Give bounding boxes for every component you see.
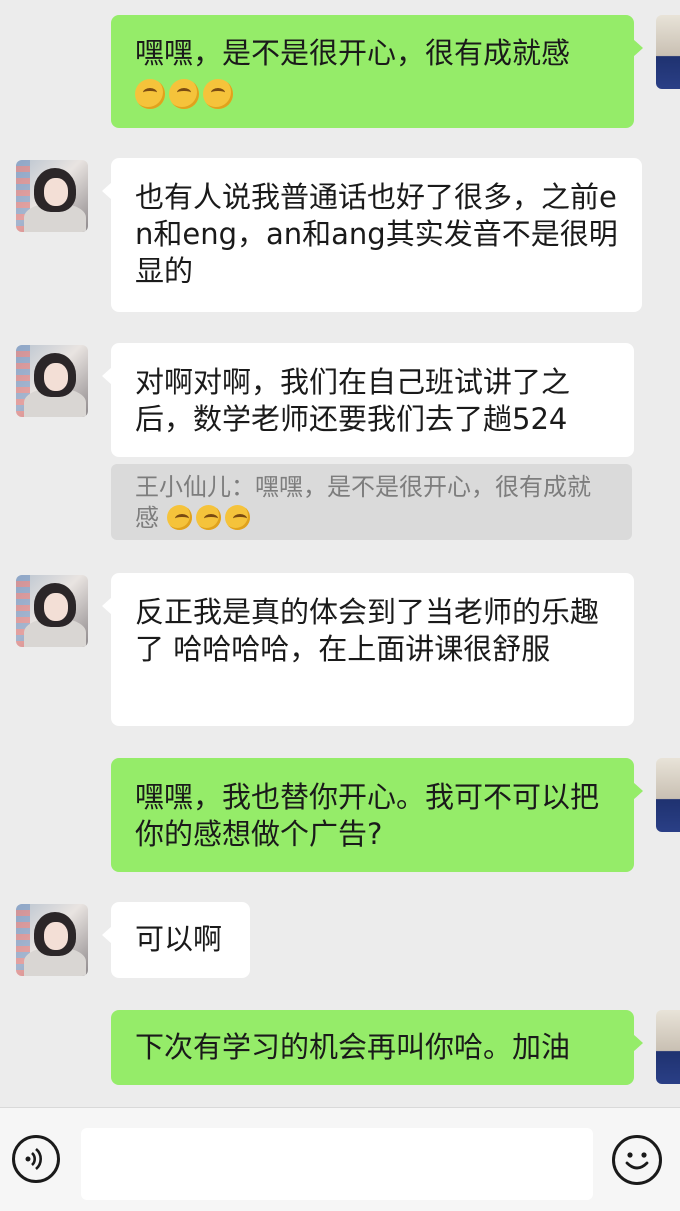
thinking-face-emoji-icon [169,79,199,109]
message-text: 反正我是真的体会到了当老师的乐趣了 哈哈哈哈，在上面讲课很舒服 [135,595,600,666]
message-text: 对啊对啊，我们在自己班试讲了之后，数学老师还要我们去了趟524 [135,365,571,436]
thinking-face-emoji-icon [195,505,221,530]
thinking-face-emoji-icon [135,79,165,109]
self-avatar[interactable] [656,758,680,832]
thinking-face-emoji-icon [203,79,233,109]
message-text: 也有人说我普通话也好了很多，之前en和eng，an和ang其实发音不是很明显的 [135,180,618,288]
contact-avatar[interactable] [16,160,88,232]
message-bubble-received[interactable]: 也有人说我普通话也好了很多，之前en和eng，an和ang其实发音不是很明显的 [102,158,642,312]
message-text: 可以啊 [135,922,223,956]
emoji-button[interactable] [612,1135,662,1185]
message-text: 下次有学习的机会再叫你哈。加油 [135,1030,571,1064]
message-text: 嘿嘿，我也替你开心。我可不可以把你的感想做个广告? [135,780,600,851]
message-bubble-sent[interactable]: 下次有学习的机会再叫你哈。加油 [111,1010,643,1085]
input-bar [0,1107,680,1211]
message-bubble-received[interactable]: 可以啊 [102,902,250,978]
emoji-icon [625,1152,649,1170]
contact-avatar[interactable] [16,904,88,976]
message-bubble-received[interactable]: 反正我是真的体会到了当老师的乐趣了 哈哈哈哈，在上面讲课很舒服 [102,573,634,726]
message-input[interactable] [81,1128,593,1200]
message-bubble-received[interactable]: 对啊对啊，我们在自己班试讲了之后，数学老师还要我们去了趟524 [102,343,634,457]
message-bubble-sent[interactable]: 嘿嘿，我也替你开心。我可不可以把你的感想做个广告? [111,758,643,872]
voice-icon [25,1148,42,1170]
contact-avatar[interactable] [16,575,88,647]
message-text: 嘿嘿，是不是很开心，很有成就感 [135,36,571,70]
thinking-face-emoji-icon [224,505,250,530]
contact-avatar[interactable] [16,345,88,417]
self-avatar[interactable] [656,15,680,89]
message-bubble-sent[interactable]: 嘿嘿，是不是很开心，很有成就感 [111,15,643,128]
voice-button[interactable] [12,1135,60,1183]
thinking-face-emoji-icon [166,505,192,530]
quoted-message[interactable]: 王小仙儿：嘿嘿，是不是很开心，很有成就感 [111,464,632,540]
emoji-row [135,76,612,113]
self-avatar[interactable] [656,1010,680,1084]
